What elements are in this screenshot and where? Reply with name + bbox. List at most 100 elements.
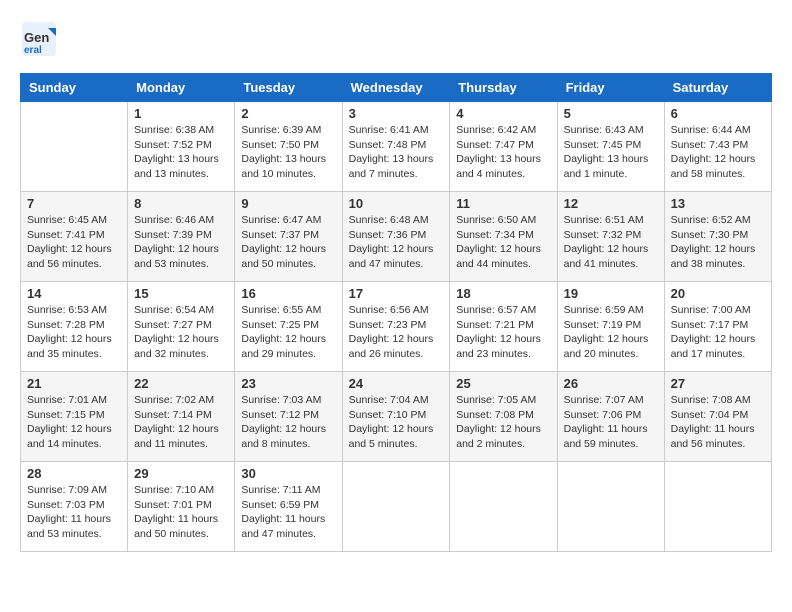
day-info: Sunrise: 6:48 AM: [349, 213, 444, 228]
calendar-cell: 6Sunrise: 6:44 AMSunset: 7:43 PMDaylight…: [664, 102, 771, 192]
calendar-cell: [21, 102, 128, 192]
day-info: Sunset: 7:28 PM: [27, 318, 121, 333]
calendar-cell: 16Sunrise: 6:55 AMSunset: 7:25 PMDayligh…: [235, 282, 342, 372]
day-number: 27: [671, 376, 765, 391]
day-info: Sunset: 7:39 PM: [134, 228, 228, 243]
day-info: and 29 minutes.: [241, 347, 335, 362]
day-number: 24: [349, 376, 444, 391]
day-info: Sunset: 6:59 PM: [241, 498, 335, 513]
day-info: Sunrise: 6:56 AM: [349, 303, 444, 318]
day-of-week-header: Thursday: [450, 74, 557, 102]
day-info: Sunrise: 6:51 AM: [564, 213, 658, 228]
day-info: Sunrise: 6:42 AM: [456, 123, 550, 138]
calendar-cell: 19Sunrise: 6:59 AMSunset: 7:19 PMDayligh…: [557, 282, 664, 372]
day-info: Sunset: 7:45 PM: [564, 138, 658, 153]
svg-text:Gen: Gen: [24, 30, 49, 45]
calendar-week-row: 14Sunrise: 6:53 AMSunset: 7:28 PMDayligh…: [21, 282, 772, 372]
calendar-cell: 3Sunrise: 6:41 AMSunset: 7:48 PMDaylight…: [342, 102, 450, 192]
calendar-cell: 18Sunrise: 6:57 AMSunset: 7:21 PMDayligh…: [450, 282, 557, 372]
day-info: Sunrise: 6:55 AM: [241, 303, 335, 318]
day-number: 19: [564, 286, 658, 301]
calendar-cell: 30Sunrise: 7:11 AMSunset: 6:59 PMDayligh…: [235, 462, 342, 552]
day-of-week-header: Saturday: [664, 74, 771, 102]
calendar-cell: 17Sunrise: 6:56 AMSunset: 7:23 PMDayligh…: [342, 282, 450, 372]
day-number: 6: [671, 106, 765, 121]
day-info: and 7 minutes.: [349, 167, 444, 182]
day-info: Sunset: 7:34 PM: [456, 228, 550, 243]
logo: Gen eral: [20, 20, 62, 63]
day-info: Sunrise: 7:04 AM: [349, 393, 444, 408]
calendar-cell: 13Sunrise: 6:52 AMSunset: 7:30 PMDayligh…: [664, 192, 771, 282]
day-info: Sunrise: 7:08 AM: [671, 393, 765, 408]
day-info: Daylight: 12 hours: [134, 332, 228, 347]
day-info: and 44 minutes.: [456, 257, 550, 272]
day-info: Sunset: 7:47 PM: [456, 138, 550, 153]
day-info: and 58 minutes.: [671, 167, 765, 182]
day-info: and 26 minutes.: [349, 347, 444, 362]
day-info: Sunrise: 6:57 AM: [456, 303, 550, 318]
day-info: Sunset: 7:52 PM: [134, 138, 228, 153]
day-number: 20: [671, 286, 765, 301]
calendar-table: SundayMondayTuesdayWednesdayThursdayFrid…: [20, 73, 772, 552]
day-number: 7: [27, 196, 121, 211]
day-info: Sunset: 7:14 PM: [134, 408, 228, 423]
day-info: Sunset: 7:03 PM: [27, 498, 121, 513]
day-info: Sunset: 7:17 PM: [671, 318, 765, 333]
day-number: 21: [27, 376, 121, 391]
calendar-cell: 2Sunrise: 6:39 AMSunset: 7:50 PMDaylight…: [235, 102, 342, 192]
day-number: 10: [349, 196, 444, 211]
day-info: Daylight: 12 hours: [27, 422, 121, 437]
calendar-week-row: 21Sunrise: 7:01 AMSunset: 7:15 PMDayligh…: [21, 372, 772, 462]
logo-icon: Gen eral: [20, 20, 58, 58]
day-number: 11: [456, 196, 550, 211]
day-number: 14: [27, 286, 121, 301]
day-info: Daylight: 12 hours: [134, 242, 228, 257]
day-info: and 47 minutes.: [349, 257, 444, 272]
day-info: Sunset: 7:36 PM: [349, 228, 444, 243]
day-number: 18: [456, 286, 550, 301]
calendar-cell: 12Sunrise: 6:51 AMSunset: 7:32 PMDayligh…: [557, 192, 664, 282]
calendar-cell: 8Sunrise: 6:46 AMSunset: 7:39 PMDaylight…: [128, 192, 235, 282]
day-number: 2: [241, 106, 335, 121]
calendar-cell: 23Sunrise: 7:03 AMSunset: 7:12 PMDayligh…: [235, 372, 342, 462]
calendar-cell: 4Sunrise: 6:42 AMSunset: 7:47 PMDaylight…: [450, 102, 557, 192]
day-info: Sunrise: 6:43 AM: [564, 123, 658, 138]
day-info: and 10 minutes.: [241, 167, 335, 182]
day-of-week-header: Monday: [128, 74, 235, 102]
day-info: Sunrise: 6:52 AM: [671, 213, 765, 228]
day-info: Daylight: 12 hours: [671, 242, 765, 257]
day-info: Daylight: 12 hours: [134, 422, 228, 437]
day-info: Daylight: 12 hours: [349, 422, 444, 437]
day-info: Sunrise: 7:05 AM: [456, 393, 550, 408]
day-number: 16: [241, 286, 335, 301]
calendar-cell: [557, 462, 664, 552]
day-info: Sunset: 7:27 PM: [134, 318, 228, 333]
day-info: Daylight: 12 hours: [456, 422, 550, 437]
day-info: and 56 minutes.: [27, 257, 121, 272]
day-info: Daylight: 13 hours: [564, 152, 658, 167]
calendar-cell: [450, 462, 557, 552]
day-number: 1: [134, 106, 228, 121]
day-info: Sunset: 7:43 PM: [671, 138, 765, 153]
day-info: and 14 minutes.: [27, 437, 121, 452]
day-info: and 50 minutes.: [134, 527, 228, 542]
day-info: Sunrise: 6:39 AM: [241, 123, 335, 138]
day-of-week-header: Sunday: [21, 74, 128, 102]
day-info: Sunset: 7:12 PM: [241, 408, 335, 423]
day-info: Daylight: 12 hours: [671, 332, 765, 347]
day-info: and 50 minutes.: [241, 257, 335, 272]
day-info: Daylight: 12 hours: [241, 242, 335, 257]
day-info: and 53 minutes.: [27, 527, 121, 542]
day-number: 4: [456, 106, 550, 121]
day-info: and 23 minutes.: [456, 347, 550, 362]
day-number: 13: [671, 196, 765, 211]
day-info: and 32 minutes.: [134, 347, 228, 362]
calendar-cell: [342, 462, 450, 552]
day-number: 12: [564, 196, 658, 211]
day-info: Sunrise: 6:54 AM: [134, 303, 228, 318]
day-info: Sunrise: 7:11 AM: [241, 483, 335, 498]
day-info: and 5 minutes.: [349, 437, 444, 452]
calendar-header-row: SundayMondayTuesdayWednesdayThursdayFrid…: [21, 74, 772, 102]
day-number: 25: [456, 376, 550, 391]
day-info: and 56 minutes.: [671, 437, 765, 452]
